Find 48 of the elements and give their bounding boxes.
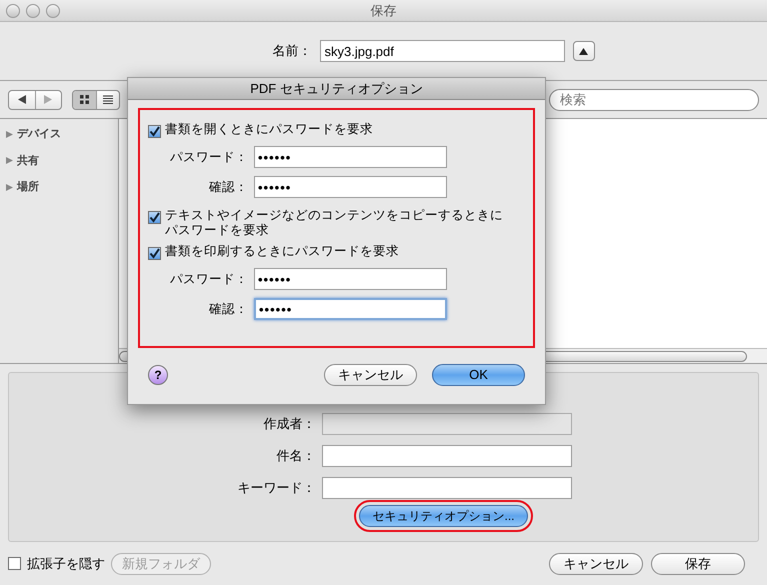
- sidebar-item[interactable]: デバイス: [6, 126, 118, 142]
- field-label: 作成者：: [262, 415, 316, 434]
- disclosure-icon: [6, 157, 13, 164]
- checkmark-icon: [149, 126, 160, 137]
- checkbox-label: 書類を開くときにパスワードを要求: [165, 122, 374, 137]
- back-icon: [18, 95, 26, 104]
- password-field[interactable]: ••••••: [254, 176, 447, 198]
- caret-up-icon: [579, 48, 588, 54]
- metadata-field[interactable]: [322, 445, 572, 467]
- field-label: キーワード：: [236, 479, 316, 498]
- sheet-cancel-button[interactable]: キャンセル: [324, 364, 417, 386]
- password-field[interactable]: ••••••: [254, 298, 447, 320]
- checkmark-icon: [149, 212, 160, 223]
- name-label: 名前：: [272, 42, 312, 60]
- back-forward-control[interactable]: [8, 90, 62, 110]
- cancel-button[interactable]: キャンセル: [549, 552, 643, 574]
- checkbox[interactable]: [8, 557, 21, 570]
- forward-icon: [44, 95, 52, 104]
- name-field[interactable]: sky3.jpg.pdf: [320, 40, 564, 62]
- password-field[interactable]: ••••••: [254, 146, 447, 168]
- disclosure-icon: [6, 184, 13, 191]
- sheet-title: PDF セキュリティオプション: [250, 80, 423, 98]
- checkmark-icon: [149, 248, 160, 259]
- sidebar-item[interactable]: 場所: [6, 179, 118, 196]
- password-field[interactable]: ••••••: [254, 268, 447, 290]
- disclosure-icon: [6, 130, 13, 138]
- grid-icon: [80, 95, 89, 104]
- list-icon: [102, 95, 113, 104]
- checkbox-label: 拡張子を隠す: [27, 554, 105, 573]
- window-title: 保存: [370, 2, 396, 20]
- field-label: パスワード：: [169, 148, 248, 166]
- checkbox-label: 書類を印刷するときにパスワードを要求: [165, 244, 400, 259]
- metadata-field[interactable]: [322, 477, 572, 499]
- field-label: 確認：: [208, 300, 248, 318]
- expand-button[interactable]: [572, 41, 594, 61]
- checkbox[interactable]: [148, 125, 161, 138]
- save-button[interactable]: 保存: [651, 552, 745, 574]
- field-label: パスワード：: [169, 270, 248, 288]
- checkbox-label: テキストやイメージなどのコンテンツをコピーするときにパスワードを要求: [165, 208, 504, 238]
- checkbox[interactable]: [148, 211, 161, 224]
- view-mode-button[interactable]: [73, 90, 96, 108]
- ok-button[interactable]: OK: [432, 364, 525, 386]
- help-button[interactable]: ?: [148, 365, 168, 385]
- field-label: 確認：: [208, 178, 248, 196]
- field-label: 件名：: [276, 447, 316, 466]
- sidebar-item[interactable]: 共有: [6, 152, 118, 169]
- checkbox[interactable]: [148, 247, 161, 260]
- search-field[interactable]: 検索: [549, 88, 759, 110]
